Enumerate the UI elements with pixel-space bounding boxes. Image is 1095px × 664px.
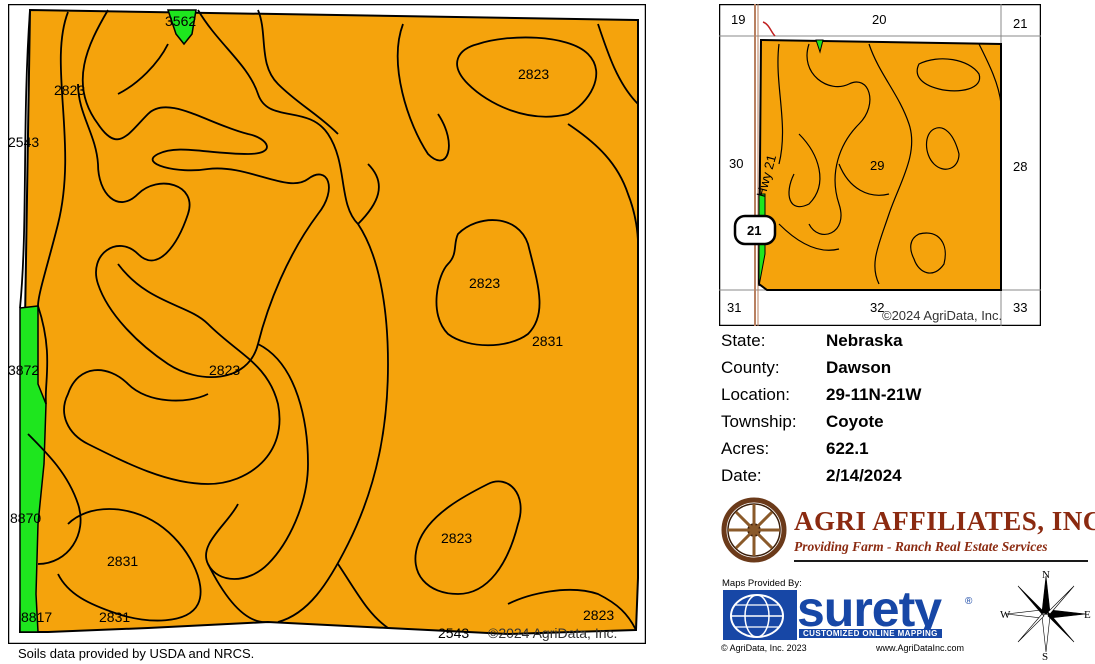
map-provider: Maps Provided By: surety ® CUSTOMIZED ON… <box>721 576 991 658</box>
info-value: 29-11N-21W <box>826 384 922 404</box>
soil-label: 3872 <box>8 362 39 378</box>
brand-name: AGRI AFFILIATES, INC. <box>794 506 1095 536</box>
info-key: Date: <box>721 465 762 485</box>
info-value: Nebraska <box>826 330 903 350</box>
info-key: Township: <box>721 411 797 431</box>
info-row-date: Date: 2/14/2024 <box>721 462 921 489</box>
inset-copyright: ©2024 AgriData, Inc. <box>882 308 1002 323</box>
info-value: 622.1 <box>826 438 869 458</box>
compass-rose-icon: N S W E <box>1000 569 1091 660</box>
brand-tagline: Providing Farm - Ranch Real Estate Servi… <box>794 539 1048 554</box>
provider-label: Maps Provided By: <box>722 578 802 589</box>
soil-label: 8870 <box>10 510 41 526</box>
soil-label: 2823 <box>518 66 549 82</box>
compass-east: E <box>1084 609 1091 621</box>
soil-label: 3562 <box>165 13 196 29</box>
soil-label: 2831 <box>532 333 563 349</box>
soil-label: 2543 <box>8 134 39 150</box>
info-row-township: Township: Coyote <box>721 408 921 435</box>
soil-label: 2823 <box>441 530 472 546</box>
section-number: 19 <box>731 12 745 27</box>
soil-label: 2831 <box>99 609 130 625</box>
compass-north: N <box>1042 569 1050 581</box>
section-number: 33 <box>1013 300 1027 315</box>
soil-label: 2831 <box>107 553 138 569</box>
parcel-info: State: Nebraska County: Dawson Location: 29… <box>721 327 921 489</box>
info-key: Location: <box>721 384 790 404</box>
info-key: Acres: <box>721 438 770 458</box>
soil-label: 2823 <box>583 607 614 623</box>
soil-label: 2543 <box>438 625 469 641</box>
section-number: 20 <box>872 12 886 27</box>
provider-copyright: © AgriData, Inc. 2023 <box>721 643 807 653</box>
info-row-state: State: Nebraska <box>721 327 921 354</box>
surety-wordmark: surety <box>797 581 942 637</box>
section-number: 28 <box>1013 159 1027 174</box>
wagon-wheel-icon <box>721 497 787 563</box>
info-key: State: <box>721 330 766 350</box>
soil-label: 8817 <box>21 609 52 625</box>
soil-label: 2823 <box>209 362 240 378</box>
agri-affiliates-logo: AGRI AFFILIATES, INC. Providing Farm - R… <box>720 496 1095 566</box>
globe-icon <box>723 590 797 640</box>
compass-south: S <box>1042 651 1048 660</box>
section-number: 29 <box>870 158 884 173</box>
highway-shield: 21 <box>733 214 777 246</box>
section-number: 21 <box>1013 16 1027 31</box>
info-value: Dawson <box>826 357 892 377</box>
info-value: 2/14/2024 <box>826 465 902 485</box>
soil-label: 2823 <box>469 275 500 291</box>
field-boundary <box>18 8 639 636</box>
soils-data-note: Soils data provided by USDA and NRCS. <box>18 646 255 661</box>
info-row-acres: Acres: 622.1 <box>721 435 921 462</box>
surety-subtitle: CUSTOMIZED ONLINE MAPPING <box>799 629 942 638</box>
soil-label: 2823 <box>54 82 85 98</box>
soil-map: 3562 2823 2823 2543 2823 2831 3872 2823 … <box>8 4 646 644</box>
info-key: County: <box>721 357 780 377</box>
map-copyright: ©2024 AgriData, Inc. <box>488 625 617 641</box>
inset-map: 19 20 21 30 29 28 31 32 33 Hwy 21 21 ©20… <box>719 4 1041 326</box>
highway-shield-number: 21 <box>747 223 761 238</box>
registered-mark: ® <box>965 596 973 607</box>
info-row-county: County: Dawson <box>721 354 921 381</box>
compass-west: W <box>1000 609 1011 621</box>
section-number: 30 <box>729 156 743 171</box>
info-row-location: Location: 29-11N-21W <box>721 381 921 408</box>
brand-divider <box>794 560 1088 562</box>
info-value: Coyote <box>826 411 884 431</box>
section-number: 31 <box>727 300 741 315</box>
provider-url: www.AgriDataInc.com <box>876 643 965 653</box>
